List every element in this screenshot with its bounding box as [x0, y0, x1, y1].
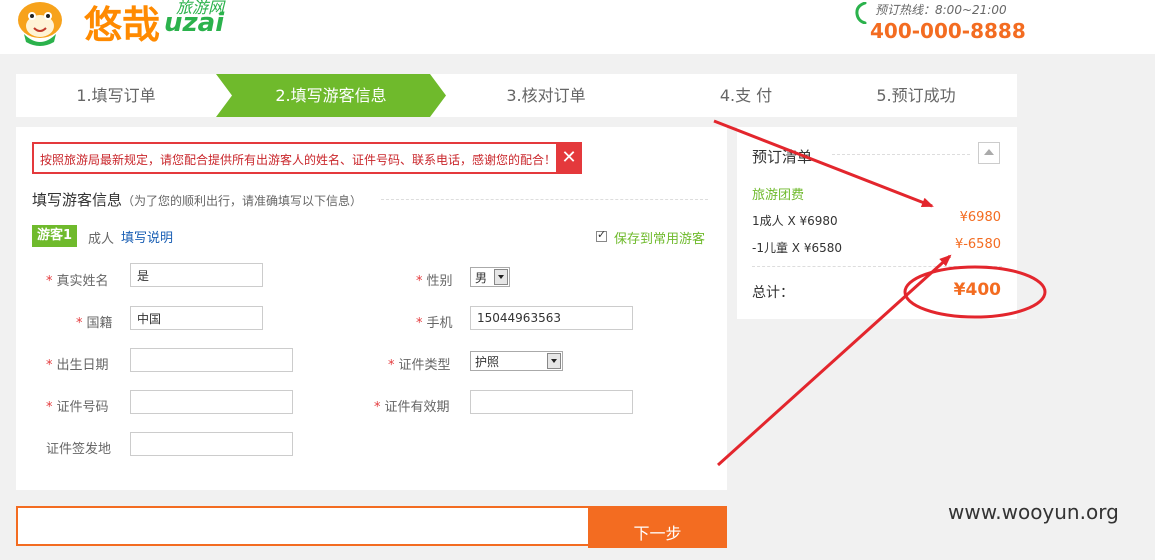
id-type-value: 护照	[475, 355, 500, 369]
save-tourist-checkbox[interactable]	[596, 228, 607, 242]
summary-row-adult: 1成人 X ¥6980	[752, 214, 838, 228]
name-label: * 真实姓名	[46, 274, 109, 289]
phone-label: * 手机	[416, 316, 453, 331]
section-subtitle: （为了您的顺利出行，请准确填写以下信息）	[122, 194, 363, 208]
tourist-form-panel: 按照旅游局最新规定，请您配合提供所有出游客人的姓名、证件号码、联系电话，感谢您的…	[16, 127, 727, 490]
brand-name: 悠哉	[84, 3, 161, 47]
brand-english: uzai	[164, 8, 225, 38]
step-tourist-info-label: 2.填写游客信息	[275, 86, 387, 105]
submit-bar: 下一步	[16, 506, 727, 548]
step-success: 5.预订成功	[876, 86, 956, 105]
order-summary: 预订清单 旅游团费 1成人 X ¥6980 ¥6980 -1儿童 X ¥6580…	[737, 127, 1017, 319]
summary-row-child-amount: ¥-6580	[954, 237, 1001, 252]
phone-icon	[855, 2, 867, 24]
hotline-label: 预订热线：8:00~21:00	[875, 3, 1007, 17]
step-check-order: 3.核对订单	[506, 86, 586, 105]
gender-label: * 性别	[416, 274, 453, 289]
id-issue-label: 证件签发地	[46, 442, 112, 457]
id-type-label: * 证件类型	[388, 358, 451, 373]
close-icon[interactable]: ✕	[556, 142, 582, 174]
section-title: 填写游客信息（为了您的顺利出行，请准确填写以下信息）	[32, 189, 362, 210]
section-title-text: 填写游客信息	[32, 191, 123, 209]
id-expiry-input[interactable]	[470, 390, 633, 414]
summary-separator	[752, 266, 1002, 267]
id-number-input[interactable]	[130, 390, 293, 414]
site-logo[interactable]: 悠哉 旅游网 uzai	[14, 0, 244, 50]
notice-text: 按照旅游局最新规定，请您配合提供所有出游客人的姓名、证件号码、联系电话，感谢您的…	[40, 153, 557, 167]
gender-value: 男	[475, 271, 488, 285]
tiger-mascot-icon	[18, 2, 62, 46]
save-tourist-label[interactable]: 保存到常用游客	[614, 228, 705, 247]
id-issue-place-input[interactable]	[130, 432, 293, 456]
step-fill-order: 1.填写订单	[76, 86, 156, 105]
gender-select[interactable]: 男	[470, 267, 510, 287]
total-amount: ¥400	[953, 280, 1001, 300]
chevron-down-icon	[494, 269, 508, 285]
phone-input[interactable]	[470, 306, 633, 330]
watermark: www.wooyun.org	[948, 500, 1119, 524]
notice-banner: 按照旅游局最新规定，请您配合提供所有出游客人的姓名、证件号码、联系电话，感谢您的…	[32, 142, 582, 174]
collapse-toggle-icon[interactable]	[978, 142, 1000, 164]
real-name-input[interactable]	[130, 263, 263, 287]
id-expiry-label: * 证件有效期	[374, 400, 450, 415]
tourist-type: 成人	[88, 232, 115, 247]
birth-label: * 出生日期	[46, 358, 109, 373]
chevron-down-icon	[547, 353, 561, 369]
site-header: 悠哉 旅游网 uzai 预订热线：8:00~21:00 400-000-8888	[0, 0, 1155, 54]
nationality-label: * 国籍	[76, 316, 113, 331]
next-step-button[interactable]: 下一步	[588, 508, 727, 548]
summary-divider	[832, 154, 970, 155]
summary-row-adult-amount: ¥6980	[959, 210, 1001, 225]
hotline: 预订热线：8:00~21:00 400-000-8888	[853, 0, 1026, 50]
summary-row-child: -1儿童 X ¥6580	[752, 241, 842, 255]
summary-title: 预订清单	[752, 148, 813, 166]
fill-help-link[interactable]: 填写说明	[121, 227, 173, 246]
id-type-select[interactable]: 护照	[470, 351, 563, 371]
step-tourist-info: 2.填写游客信息	[216, 74, 446, 117]
order-steps: 1.填写订单 2.填写游客信息 3.核对订单 4.支 付 5.预订成功	[16, 74, 1017, 117]
section-divider	[381, 199, 708, 200]
id-number-label: * 证件号码	[46, 400, 109, 415]
summary-group-label: 旅游团费	[752, 188, 805, 203]
tourist-tag: 游客1	[32, 225, 78, 247]
birth-date-input[interactable]	[130, 348, 293, 372]
hotline-number: 400-000-8888	[870, 19, 1026, 43]
nationality-input[interactable]	[130, 306, 263, 330]
total-label: 总计：	[752, 285, 794, 301]
